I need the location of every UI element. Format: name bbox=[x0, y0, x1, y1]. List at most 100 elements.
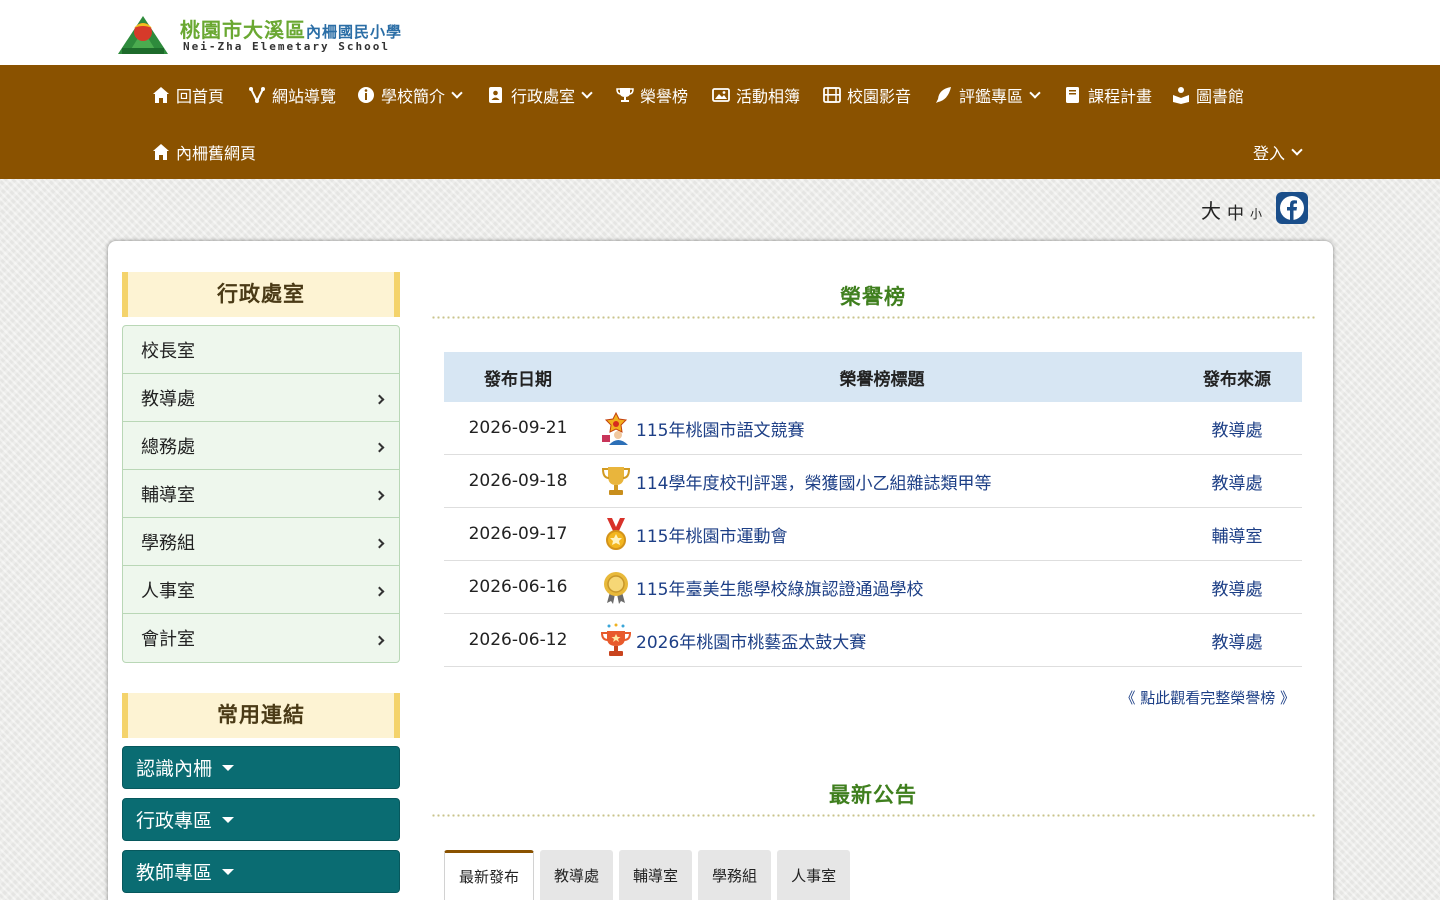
facebook-icon bbox=[1280, 196, 1304, 220]
section-divider bbox=[431, 814, 1315, 817]
feather-icon bbox=[936, 87, 951, 103]
table-row: 2026-06-16 115年臺美生態學校綠旗認證通過學校 教導處 bbox=[444, 561, 1302, 614]
nav-sitemap[interactable]: 網站導覽 bbox=[248, 83, 336, 107]
view-all-honor-link[interactable]: 《 點此觀看完整榮譽榜 》 bbox=[1120, 687, 1295, 708]
caret-down-icon bbox=[222, 816, 235, 823]
school-logo[interactable]: 桃園市大溪區內柵國民小學 Nei-Zha Elemetary School bbox=[116, 10, 416, 56]
sidebar-item-general-affairs[interactable]: 總務處 bbox=[123, 422, 399, 470]
font-size-medium[interactable]: 中 bbox=[1227, 199, 1244, 224]
award-teacher-icon bbox=[602, 411, 628, 445]
sidebar-item-label: 人事室 bbox=[141, 580, 195, 602]
logo-title-sub: 內柵國民小學 bbox=[306, 23, 403, 41]
sidebar-item-counseling[interactable]: 輔導室 bbox=[123, 470, 399, 518]
medal-icon bbox=[606, 518, 626, 550]
row-date: 2026-09-21 bbox=[468, 418, 568, 438]
table-row: 2026-06-12 2026年桃園市桃藝盃太鼓大賽 教導處 bbox=[444, 614, 1302, 667]
chevron-right-icon bbox=[374, 490, 385, 501]
admin-offices-list: 校長室 教導處 總務處 輔導室 學務組 人事室 會計室 bbox=[122, 325, 400, 663]
sidebar-item-academic[interactable]: 教導處 bbox=[123, 374, 399, 422]
nav-label: 圖書館 bbox=[1196, 87, 1245, 106]
nav-label: 行政處室 bbox=[511, 87, 576, 106]
home-icon bbox=[153, 87, 169, 103]
info-icon bbox=[358, 87, 374, 103]
school-emblem-icon bbox=[118, 16, 168, 54]
link-about-school-button[interactable]: 認識內柵 bbox=[122, 746, 400, 789]
link-teacher-zone-button[interactable]: 教師專區 bbox=[122, 850, 400, 893]
nav-label: 回首頁 bbox=[176, 87, 225, 106]
honor-link[interactable]: 114學年度校刊評選，榮獲國小乙組雜誌類甲等 bbox=[636, 469, 991, 494]
tab-student-affairs[interactable]: 學務組 bbox=[698, 850, 772, 900]
reader-icon bbox=[1173, 87, 1189, 104]
nav-album[interactable]: 活動相簿 bbox=[712, 83, 800, 107]
honor-link[interactable]: 115年桃園市運動會 bbox=[636, 522, 787, 547]
chevron-down-icon bbox=[1029, 86, 1041, 99]
row-date: 2026-09-18 bbox=[468, 471, 568, 491]
nav-old-site[interactable]: 內柵舊網頁 bbox=[152, 140, 256, 164]
honor-link[interactable]: 2026年桃園市桃藝盃太鼓大賽 bbox=[636, 628, 866, 653]
sidebar-item-accounting[interactable]: 會計室 bbox=[123, 614, 399, 662]
font-size-small[interactable]: 小 bbox=[1250, 205, 1262, 222]
nav-home[interactable]: 回首頁 bbox=[152, 83, 224, 107]
font-size-controls: 大 中 小 bbox=[1201, 192, 1308, 224]
link-button-label: 教師專區 bbox=[136, 862, 213, 884]
sidebar-item-label: 會計室 bbox=[141, 629, 195, 650]
nav-admin[interactable]: 行政處室 bbox=[487, 83, 593, 107]
nav-login[interactable]: 登入 bbox=[1253, 140, 1303, 164]
nav-video[interactable]: 校園影音 bbox=[823, 83, 911, 107]
nav-library[interactable]: 圖書館 bbox=[1172, 83, 1244, 107]
sidebar-item-personnel[interactable]: 人事室 bbox=[123, 566, 399, 614]
contact-card-icon bbox=[489, 87, 502, 103]
table-row: 2026-09-17 115年桃園市運動會 輔導室 bbox=[444, 508, 1302, 561]
latest-news-title: 最新公告 bbox=[829, 783, 917, 807]
film-icon bbox=[823, 87, 841, 103]
honor-roll-title: 榮譽榜 bbox=[840, 285, 906, 309]
source-link[interactable]: 教導處 bbox=[1212, 633, 1263, 653]
chevron-right-icon bbox=[374, 394, 385, 405]
news-tabs: 最新發布 教導處 輔導室 學務組 人事室 bbox=[444, 850, 851, 900]
tab-personnel[interactable]: 人事室 bbox=[777, 850, 851, 900]
tab-latest[interactable]: 最新發布 bbox=[444, 850, 535, 900]
book-icon bbox=[1066, 87, 1079, 103]
logo-title: 桃園市大溪區內柵國民小學 bbox=[180, 14, 402, 43]
nav-label: 活動相簿 bbox=[736, 87, 801, 106]
facebook-button[interactable] bbox=[1276, 192, 1308, 224]
link-admin-zone-button[interactable]: 行政專區 bbox=[122, 798, 400, 841]
nav-label: 內柵舊網頁 bbox=[176, 144, 257, 163]
tab-counseling[interactable]: 輔導室 bbox=[619, 850, 693, 900]
table-row: 2026-09-21 115年桃園市語文競賽 教導處 bbox=[444, 402, 1302, 455]
chevron-right-icon bbox=[374, 538, 385, 549]
source-link[interactable]: 教導處 bbox=[1212, 580, 1263, 600]
trophy-icon bbox=[616, 88, 634, 102]
sidebar-item-student-affairs[interactable]: 學務組 bbox=[123, 518, 399, 566]
font-size-large[interactable]: 大 bbox=[1201, 195, 1221, 224]
sitemap-icon bbox=[249, 87, 265, 104]
chevron-down-icon bbox=[581, 86, 593, 99]
common-links-heading: 常用連結 bbox=[122, 693, 400, 738]
caret-down-icon bbox=[222, 764, 235, 771]
main-nav: 回首頁 網站導覽 學校簡介 行政處室 榮譽榜 活動相簿 校園影音 評鑑專區 課程… bbox=[0, 65, 1440, 179]
sidebar-item-label: 學務組 bbox=[141, 532, 195, 554]
sidebar-item-label: 輔導室 bbox=[141, 484, 195, 506]
home-icon bbox=[153, 144, 169, 160]
nav-about[interactable]: 學校簡介 bbox=[357, 83, 463, 107]
table-row: 2026-09-18 114學年度校刊評選，榮獲國小乙組雜誌類甲等 教導處 bbox=[444, 455, 1302, 508]
honor-link[interactable]: 115年桃園市語文競賽 bbox=[636, 416, 804, 441]
source-link[interactable]: 教導處 bbox=[1212, 474, 1263, 494]
honor-link[interactable]: 115年臺美生態學校綠旗認證通過學校 bbox=[636, 575, 923, 600]
login-label: 登入 bbox=[1253, 144, 1286, 163]
chevron-right-icon bbox=[374, 442, 385, 453]
row-date: 2026-06-12 bbox=[468, 630, 568, 650]
nav-label: 網站導覽 bbox=[272, 87, 337, 106]
source-link[interactable]: 輔導室 bbox=[1212, 527, 1263, 547]
nav-honor[interactable]: 榮譽榜 bbox=[616, 83, 688, 107]
chevron-right-icon bbox=[374, 635, 385, 645]
nav-curriculum[interactable]: 課程計畫 bbox=[1064, 83, 1152, 107]
source-link[interactable]: 教導處 bbox=[1212, 421, 1263, 441]
badge-icon bbox=[604, 572, 628, 604]
champion-trophy-icon bbox=[600, 623, 632, 656]
sidebar-item-principal[interactable]: 校長室 bbox=[123, 326, 399, 374]
tab-academic[interactable]: 教導處 bbox=[540, 850, 614, 900]
nav-label: 校園影音 bbox=[847, 87, 912, 106]
trophy-icon bbox=[601, 467, 631, 495]
nav-evaluation[interactable]: 評鑑專區 bbox=[935, 83, 1041, 107]
